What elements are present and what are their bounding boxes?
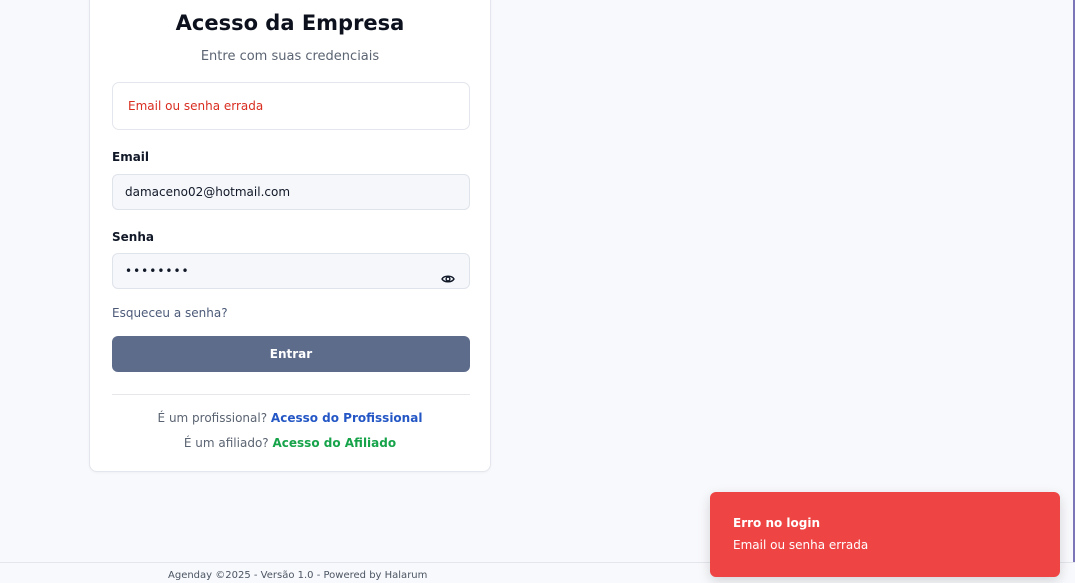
error-toast[interactable]: Erro no login Email ou senha errada <box>710 492 1060 577</box>
professional-prompt: É um profissional? <box>157 411 268 425</box>
forgot-password-link[interactable]: Esqueceu a senha? <box>112 306 228 320</box>
toast-message: Email ou senha errada <box>733 538 869 552</box>
page-title: Acesso da Empresa <box>175 11 405 35</box>
affiliate-prompt: É um afiliado? <box>183 436 269 450</box>
toast-title: Erro no login <box>733 516 821 530</box>
affiliate-access-row: É um afiliado? Acesso do Afiliado <box>90 436 490 450</box>
eye-icon <box>441 275 455 283</box>
password-label: Senha <box>112 230 154 244</box>
login-card: Acesso da Empresa Entre com suas credenc… <box>89 0 491 472</box>
login-button[interactable]: Entrar <box>112 336 470 372</box>
page-subtitle: Entre com suas credenciais <box>200 49 380 64</box>
professional-access-row: É um profissional? Acesso do Profissiona… <box>90 411 490 425</box>
error-alert: Email ou senha errada <box>112 82 470 130</box>
email-field[interactable] <box>112 174 470 210</box>
error-alert-text: Email ou senha errada <box>128 99 264 113</box>
footer-text: Agenday ©2025 - Versão 1.0 - Powered by … <box>168 570 428 581</box>
affiliate-access-link[interactable]: Acesso do Afiliado <box>273 436 397 450</box>
divider <box>112 394 470 395</box>
professional-access-link[interactable]: Acesso do Profissional <box>271 411 423 425</box>
show-password-button[interactable] <box>436 269 460 289</box>
password-field[interactable] <box>112 253 470 289</box>
email-label: Email <box>112 150 150 164</box>
